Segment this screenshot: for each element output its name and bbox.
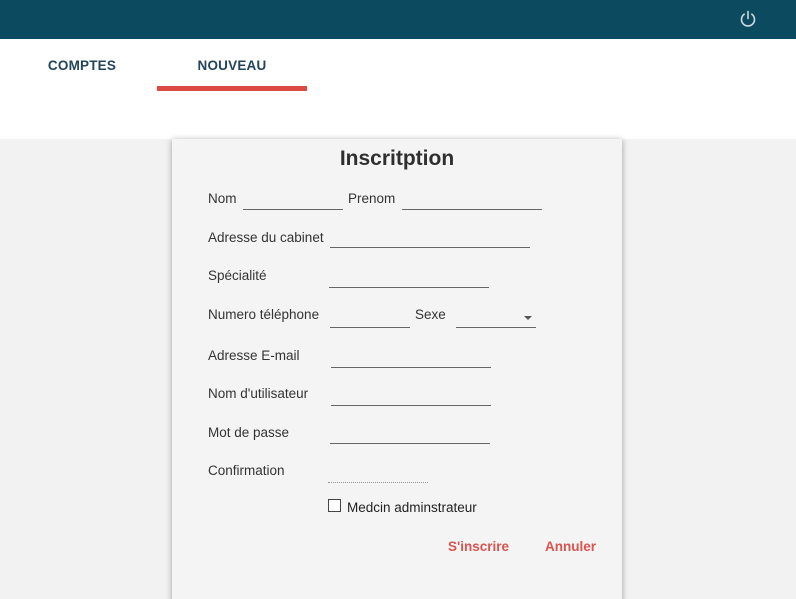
- utilisateur-label: Nom d'utilisateur: [208, 386, 309, 401]
- nom-input[interactable]: [243, 190, 343, 209]
- mot-de-passe-field[interactable]: [330, 424, 490, 444]
- nom-field[interactable]: [243, 190, 343, 210]
- tab-comptes[interactable]: COMPTES: [7, 39, 157, 91]
- sexe-select[interactable]: [456, 308, 536, 328]
- admin-checkbox-label: Medcin adminstrateur: [347, 500, 477, 515]
- confirmation-input[interactable]: [328, 463, 428, 482]
- chevron-down-icon: [524, 316, 532, 320]
- email-field[interactable]: [331, 348, 491, 368]
- telephone-input[interactable]: [330, 308, 410, 327]
- mot-de-passe-input[interactable]: [330, 424, 490, 443]
- confirmation-field[interactable]: [328, 463, 428, 483]
- mot-de-passe-label: Mot de passe: [208, 425, 290, 440]
- tab-nouveau[interactable]: NOUVEAU: [157, 39, 307, 91]
- email-input[interactable]: [331, 348, 491, 367]
- sinscrire-button[interactable]: S'inscrire: [448, 539, 509, 554]
- telephone-field[interactable]: [330, 308, 410, 328]
- sexe-label: Sexe: [415, 307, 446, 322]
- form-title: Inscritption: [339, 147, 455, 170]
- nom-label: Nom: [208, 191, 237, 206]
- specialite-label: Spécialité: [208, 268, 267, 283]
- confirmation-label: Confirmation: [208, 463, 285, 478]
- prenom-field[interactable]: [402, 190, 542, 210]
- utilisateur-field[interactable]: [331, 386, 491, 406]
- specialite-input[interactable]: [329, 268, 489, 287]
- tab-bar: COMPTES NOUVEAU: [0, 39, 796, 139]
- adresse-cabinet-field[interactable]: [330, 228, 530, 248]
- telephone-label: Numero téléphone: [208, 307, 320, 322]
- specialite-field[interactable]: [329, 268, 489, 288]
- prenom-label: Prenom: [348, 191, 396, 206]
- annuler-button[interactable]: Annuler: [545, 539, 596, 554]
- admin-checkbox[interactable]: [328, 499, 341, 512]
- email-label: Adresse E-mail: [208, 348, 300, 363]
- top-bar: [0, 0, 796, 39]
- power-icon[interactable]: [738, 9, 758, 29]
- active-tab-indicator: [157, 86, 307, 91]
- adresse-cabinet-input[interactable]: [330, 228, 530, 247]
- prenom-input[interactable]: [402, 190, 542, 209]
- utilisateur-input[interactable]: [331, 386, 491, 405]
- adresse-cabinet-label: Adresse du cabinet: [208, 230, 324, 245]
- registration-card: Inscritption Nom Prenom Adresse du cabin…: [172, 139, 622, 599]
